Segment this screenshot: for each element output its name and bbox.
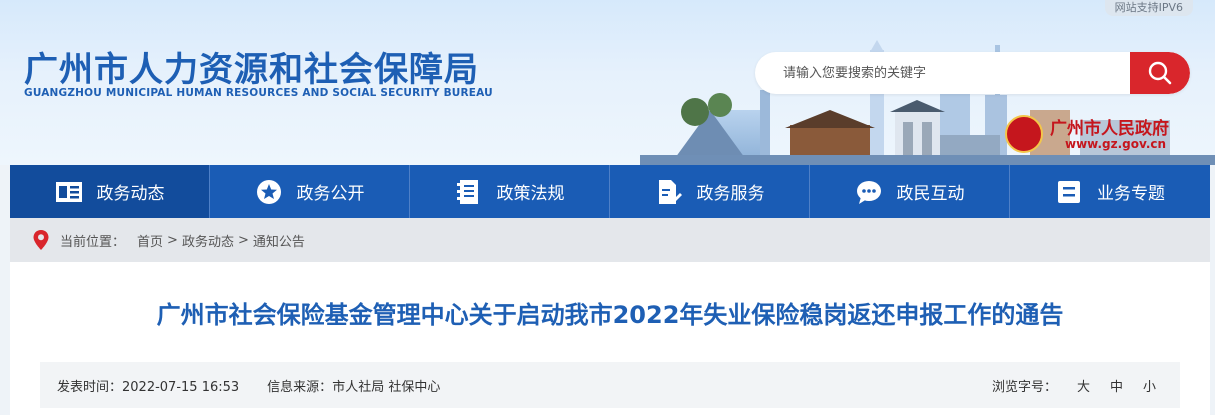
nav-item-interaction[interactable]: 政民互动 bbox=[810, 165, 1010, 218]
nav-item-services[interactable]: 政务服务 bbox=[610, 165, 810, 218]
list-icon bbox=[1055, 178, 1083, 206]
nav-label: 政务动态 bbox=[96, 184, 165, 204]
publish-time: 发表时间：2022-07-15 16:53 bbox=[57, 376, 239, 395]
nav-item-disclosure[interactable]: 政务公开 bbox=[210, 165, 410, 218]
nav-label: 政务公开 bbox=[296, 184, 365, 204]
gov-portal-name: 广州市人民政府 bbox=[1050, 119, 1169, 139]
nav-item-topics[interactable]: 业务专题 bbox=[1010, 165, 1210, 218]
nav-item-news[interactable]: 政务动态 bbox=[10, 165, 210, 218]
nav-label: 政民互动 bbox=[896, 184, 965, 204]
site-title-en: GUANGZHOU MUNICIPAL HUMAN RESOURCES AND … bbox=[24, 87, 493, 99]
gov-portal-link[interactable]: 广州市人民政府 www.gz.gov.cn bbox=[1005, 112, 1185, 157]
font-size-label: 浏览字号： bbox=[991, 379, 1057, 395]
nav-item-policy[interactable]: 政策法规 bbox=[410, 165, 610, 218]
star-icon bbox=[255, 178, 283, 206]
search-input[interactable] bbox=[755, 52, 1130, 94]
gov-emblem-icon bbox=[1005, 115, 1043, 153]
location-pin-icon bbox=[33, 230, 49, 250]
article-title: 广州市社会保险基金管理中心关于启动我市2022年失业保险稳岗返还申报工作的通告 bbox=[156, 301, 1064, 329]
breadcrumb-notices[interactable]: 通知公告 bbox=[253, 231, 305, 250]
font-size-small-button[interactable]: 小 bbox=[1143, 376, 1156, 395]
document-icon bbox=[455, 178, 483, 206]
breadcrumb-news[interactable]: 政务动态 bbox=[182, 231, 234, 250]
breadcrumb-separator: > bbox=[237, 232, 249, 248]
site-header: 网站支持IPV6 广州市人力资源和社会保障局 GUANGZHOU MUNICIP… bbox=[0, 0, 1215, 165]
breadcrumb: 当前位置： 首页 > 政务动态 > 通知公告 bbox=[10, 218, 1210, 262]
search-icon bbox=[1148, 61, 1172, 85]
article-container: 广州市社会保险基金管理中心关于启动我市2022年失业保险稳岗返还申报工作的通告 … bbox=[10, 262, 1210, 415]
breadcrumb-separator: > bbox=[167, 232, 178, 248]
nav-label: 政策法规 bbox=[496, 184, 565, 204]
font-size-medium-button[interactable]: 中 bbox=[1110, 376, 1123, 395]
info-source: 信息来源：市人社局 社保中心 bbox=[267, 376, 440, 395]
chat-icon bbox=[855, 178, 883, 206]
main-nav: 政务动态 政务公开 政策法规 政务服务 政民互动 业务专题 bbox=[10, 165, 1210, 218]
gov-portal-url: www.gz.gov.cn bbox=[1065, 137, 1167, 151]
font-size-large-button[interactable]: 大 bbox=[1077, 376, 1090, 395]
breadcrumb-home[interactable]: 首页 bbox=[137, 231, 163, 250]
nav-label: 政务服务 bbox=[696, 184, 765, 204]
source-value: 市人社局 社保中心 bbox=[332, 379, 441, 395]
breadcrumb-prefix: 当前位置： bbox=[60, 234, 126, 250]
source-label: 信息来源： bbox=[267, 379, 333, 395]
font-size-controls: 浏览字号： 大 中 小 bbox=[992, 362, 1156, 408]
news-icon bbox=[55, 178, 83, 206]
ipv6-badge: 网站支持IPV6 bbox=[1104, 0, 1193, 16]
search-button[interactable] bbox=[1130, 52, 1190, 94]
search-box bbox=[755, 52, 1190, 94]
site-title-cn[interactable]: 广州市人力资源和社会保障局 bbox=[24, 42, 479, 91]
nav-label: 业务专题 bbox=[1097, 184, 1165, 204]
publish-label: 发表时间： bbox=[57, 379, 123, 395]
article-meta-bar: 发表时间：2022-07-15 16:53 信息来源：市人社局 社保中心 浏览字… bbox=[40, 362, 1180, 408]
publish-value: 2022-07-15 16:53 bbox=[122, 379, 240, 395]
file-edit-icon bbox=[655, 178, 683, 206]
